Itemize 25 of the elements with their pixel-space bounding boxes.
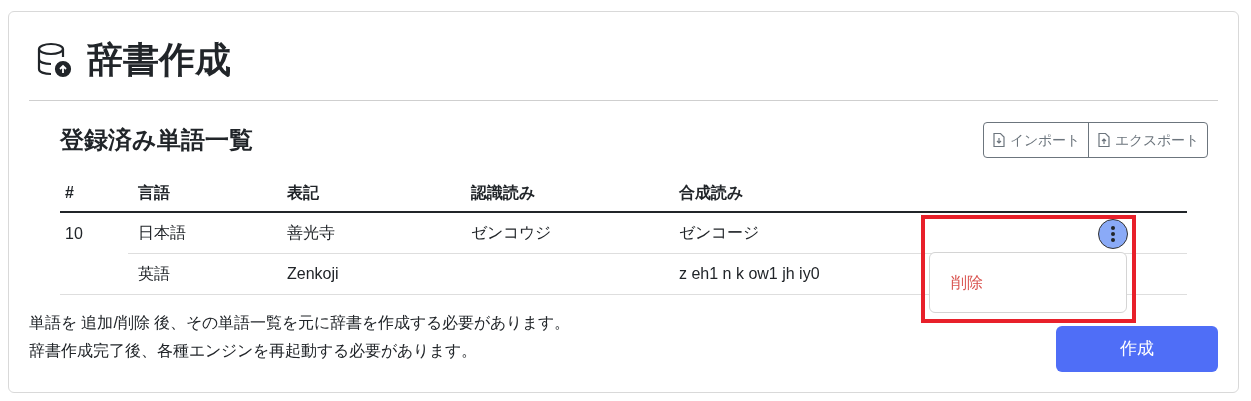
section-heading: 登録済み単語一覧	[60, 125, 253, 155]
column-header: 合成読み	[679, 183, 743, 201]
table-cell: 日本語	[138, 223, 186, 241]
column-header: 認識読み	[471, 183, 535, 201]
column-header: 言語	[138, 183, 170, 201]
note-text: 辞書作成完了後、各種エンジンを再起動する必要があります。	[29, 340, 478, 361]
more-options-button[interactable]	[1098, 219, 1128, 249]
file-download-icon	[992, 132, 1006, 148]
column-header: #	[65, 183, 74, 201]
table-cell: Zenkoji	[287, 264, 339, 282]
page-title: 辞書作成	[87, 42, 231, 78]
table-cell: 英語	[138, 264, 170, 282]
import-button[interactable]: インポート	[984, 123, 1088, 157]
table-cell: z eh1 n k ow1 jh iy0	[679, 264, 820, 282]
column-header: 表記	[287, 183, 319, 201]
database-upload-icon	[35, 41, 73, 79]
create-button[interactable]: 作成	[1056, 325, 1218, 372]
file-upload-icon	[1097, 132, 1111, 148]
table-cell: 善光寺	[287, 223, 335, 241]
table-cell: ゼンコウジ	[471, 223, 551, 241]
row-number: 10	[65, 225, 83, 242]
delete-menu-item[interactable]: 削除	[930, 270, 1126, 295]
note-text: 単語を 追加/削除 後、その単語一覧を元に辞書を作成する必要があります。	[29, 312, 571, 333]
table-cell: ゼンコージ	[679, 223, 759, 241]
export-button[interactable]: エクスポート	[1088, 123, 1207, 157]
